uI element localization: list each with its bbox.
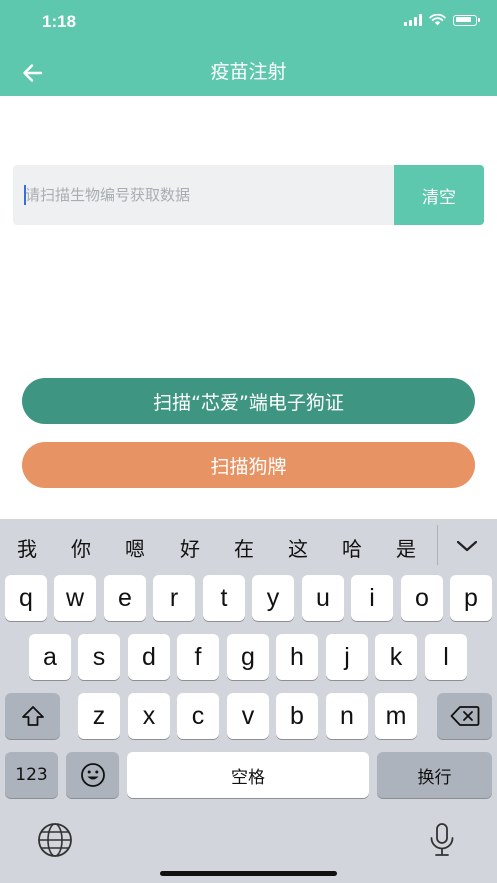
key-v[interactable]: v <box>227 693 269 739</box>
space-key[interactable]: 空格 <box>127 752 369 798</box>
key-y[interactable]: y <box>252 575 294 621</box>
key-a[interactable]: a <box>29 634 71 680</box>
candidate-word[interactable]: 哈 <box>336 533 368 562</box>
cellular-signal-icon <box>404 14 422 26</box>
key-n[interactable]: n <box>326 693 368 739</box>
key-x[interactable]: x <box>128 693 170 739</box>
candidate-bar: 我 你 嗯 好 在 这 哈 是 <box>0 519 497 575</box>
key-s[interactable]: s <box>78 634 120 680</box>
key-o[interactable]: o <box>401 575 443 621</box>
key-q[interactable]: q <box>5 575 47 621</box>
key-j[interactable]: j <box>326 634 368 680</box>
return-key[interactable]: 换行 <box>377 752 492 798</box>
key-w[interactable]: w <box>54 575 96 621</box>
status-time: 1:18 <box>42 12 77 31</box>
key-h[interactable]: h <box>276 634 318 680</box>
chevron-down-icon[interactable] <box>450 531 484 561</box>
candidate-word[interactable]: 你 <box>65 533 97 562</box>
home-indicator <box>160 871 337 876</box>
globe-icon[interactable] <box>36 821 74 859</box>
key-m[interactable]: m <box>375 693 417 739</box>
text-cursor <box>24 185 26 205</box>
key-f[interactable]: f <box>177 634 219 680</box>
scan-electronic-dog-license-button[interactable]: 扫描“芯爱”端电子狗证 <box>22 378 475 424</box>
emoji-key[interactable] <box>66 752 119 798</box>
candidate-word[interactable]: 好 <box>174 533 206 562</box>
key-c[interactable]: c <box>177 693 219 739</box>
microphone-icon[interactable] <box>426 821 458 859</box>
scan-dog-tag-button[interactable]: 扫描狗牌 <box>22 442 475 488</box>
key-z[interactable]: z <box>78 693 120 739</box>
key-u[interactable]: u <box>302 575 344 621</box>
key-l[interactable]: l <box>425 634 467 680</box>
scan-input[interactable] <box>23 165 390 225</box>
key-t[interactable]: t <box>203 575 245 621</box>
key-e[interactable]: e <box>104 575 146 621</box>
key-b[interactable]: b <box>276 693 318 739</box>
backspace-icon <box>450 706 479 726</box>
keyboard: 我 你 嗯 好 在 这 哈 是 q w e r t y u i o p a s … <box>0 519 497 883</box>
numbers-key[interactable]: 123 <box>5 752 58 798</box>
key-g[interactable]: g <box>227 634 269 680</box>
candidate-word[interactable]: 嗯 <box>119 533 151 562</box>
shift-key[interactable] <box>5 693 60 739</box>
candidate-word[interactable]: 是 <box>390 533 422 562</box>
app-header: 1:18 疫苗注射 <box>0 0 497 96</box>
key-p[interactable]: p <box>450 575 492 621</box>
key-k[interactable]: k <box>375 634 417 680</box>
battery-icon <box>453 14 480 26</box>
delete-key[interactable] <box>437 693 492 739</box>
emoji-icon <box>80 763 105 787</box>
candidate-word[interactable]: 这 <box>282 533 314 562</box>
candidate-divider <box>437 525 438 565</box>
key-i[interactable]: i <box>351 575 393 621</box>
candidate-word[interactable]: 我 <box>11 533 43 562</box>
candidate-word[interactable]: 在 <box>228 533 260 562</box>
wifi-icon <box>429 14 446 26</box>
status-icons <box>404 14 480 26</box>
shift-icon <box>21 706 44 726</box>
clear-button[interactable]: 清空 <box>394 165 484 225</box>
scan-field-container <box>13 165 394 225</box>
key-r[interactable]: r <box>153 575 195 621</box>
key-d[interactable]: d <box>128 634 170 680</box>
page-title: 疫苗注射 <box>210 61 287 83</box>
